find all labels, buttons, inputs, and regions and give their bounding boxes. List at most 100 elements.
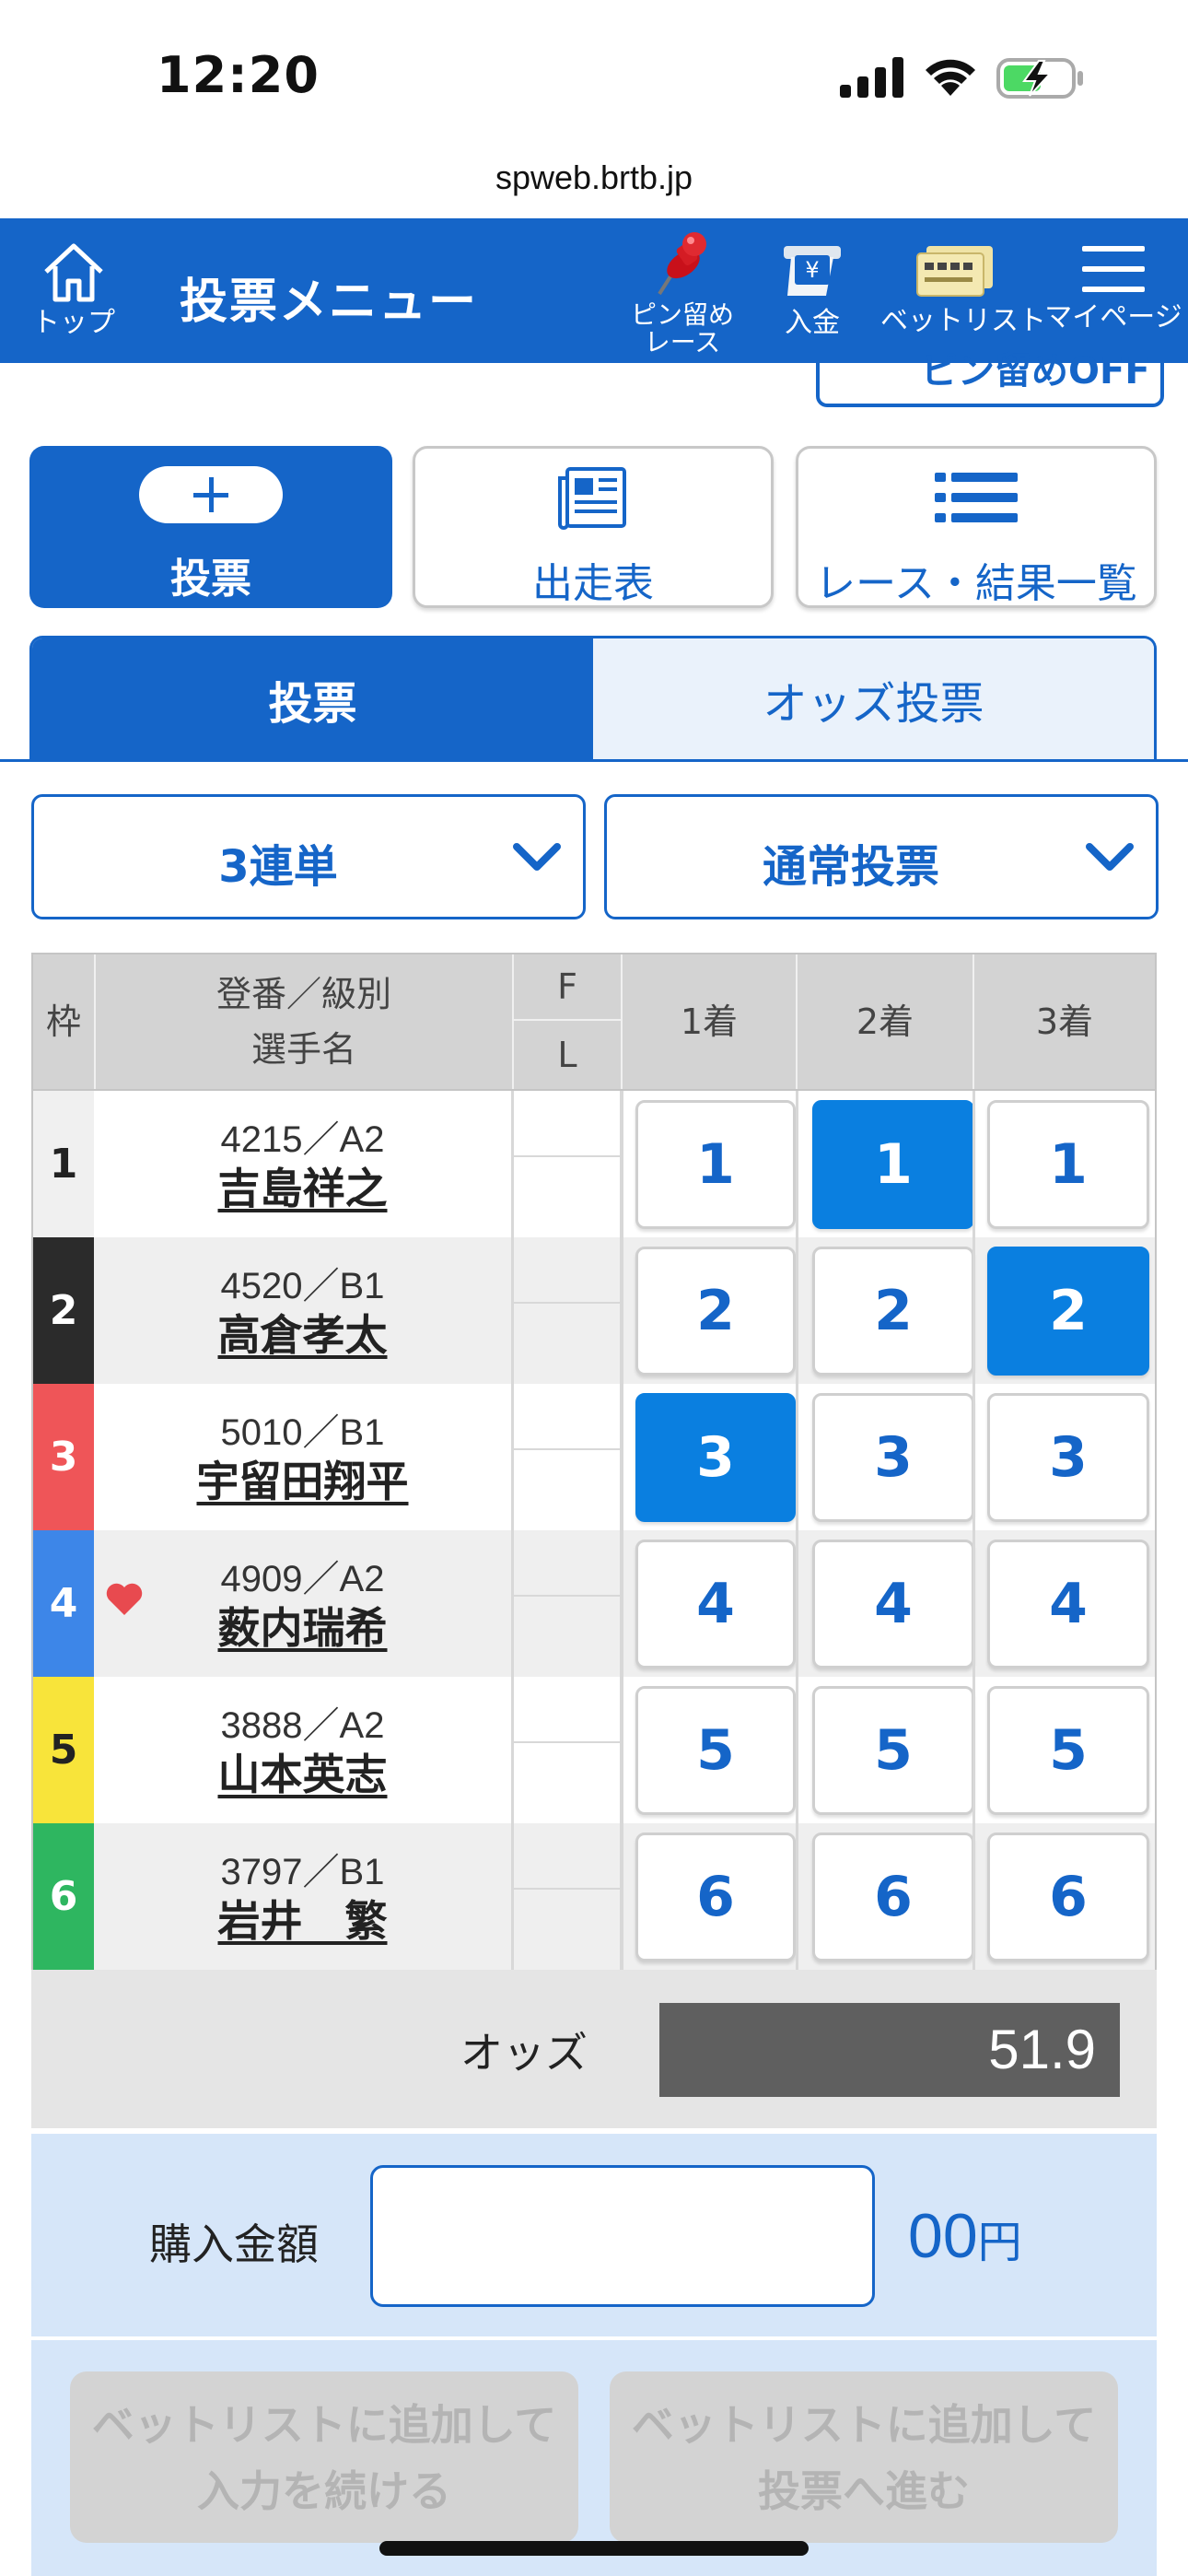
column-divider (621, 1091, 623, 1970)
waku-number: 6 (33, 1823, 94, 1970)
vote-menu-card[interactable]: 投票 (29, 446, 392, 608)
add-proceed-line2: 投票へ進む (758, 2466, 970, 2516)
amount-unit: 円 (977, 2219, 1022, 2267)
pick-third-button[interactable]: 2 (987, 1247, 1149, 1376)
pick-second-button[interactable]: 6 (812, 1832, 974, 1961)
table-row: 4 4909／A2 薮内瑞希 4 4 4 (31, 1530, 1157, 1677)
list-icon (935, 473, 1018, 522)
header-first: 1着 (623, 954, 798, 1089)
wifi-icon (926, 59, 975, 96)
odds-area: オッズ 51.9 (31, 1970, 1157, 2128)
pushpin-icon (658, 232, 706, 296)
racer-name-link[interactable]: 吉島祥之 (218, 1164, 388, 1213)
pin-race-button[interactable]: ピン留め レース (615, 231, 750, 357)
yen-ticket-icon: ¥ (784, 246, 841, 296)
plus-icon (139, 466, 283, 523)
waku-number: 3 (33, 1384, 94, 1530)
deposit-label: 入金 (785, 307, 840, 339)
pick-second-button[interactable]: 5 (812, 1686, 974, 1815)
header-third: 3着 (1035, 1001, 1094, 1042)
fl-cell (514, 1677, 623, 1823)
home-button[interactable]: トップ (18, 239, 129, 338)
header-racer: 登番／級別 選手名 (96, 954, 514, 1089)
racer-cell: 5010／B1 宇留田翔平 (94, 1384, 514, 1530)
pick-first-button[interactable]: 2 (635, 1247, 796, 1376)
waku-number: 1 (33, 1091, 94, 1237)
betlist-label: ベットリスト (880, 305, 1046, 337)
odds-label: オッズ (460, 2028, 588, 2078)
fl-divider (514, 1595, 620, 1597)
fl-cell (514, 1384, 623, 1530)
page-title: 投票メニュー (180, 275, 479, 330)
bet-type-select[interactable]: 3連単 (31, 794, 586, 919)
pick-first-button[interactable]: 5 (635, 1686, 796, 1815)
racer-name: 岩井 繁 (94, 1888, 511, 1949)
pick-second-button[interactable]: 4 (812, 1540, 974, 1669)
tab-odds-vote[interactable]: オッズ投票 (593, 638, 1154, 759)
entry-table-card[interactable]: 出走表 (413, 446, 774, 608)
fl-divider (514, 1448, 620, 1450)
header-waku: 枠 (33, 954, 96, 1089)
waku-number: 5 (33, 1677, 94, 1823)
pick-third-button[interactable]: 6 (987, 1832, 1149, 1961)
fl-cell (514, 1823, 623, 1970)
racer-cell: 3797／B1 岩井 繁 (94, 1823, 514, 1970)
mypage-button[interactable]: マイページ (1039, 240, 1188, 333)
add-and-proceed-button[interactable]: ベットリストに追加して 投票へ進む (610, 2371, 1118, 2543)
racer-name-link[interactable]: 宇留田翔平 (197, 1457, 409, 1506)
fl-cell (514, 1091, 623, 1237)
table-row: 1 4215／A2 吉島祥之 1 1 1 (31, 1091, 1157, 1237)
amount-suffix: 00円 (908, 2200, 1022, 2272)
add-proceed-line1: ベットリストに追加して (631, 2400, 1097, 2450)
betlist-button[interactable]: ベットリスト (880, 237, 1046, 337)
fl-cell (514, 1530, 623, 1677)
pick-second-button[interactable]: 1 (812, 1100, 974, 1229)
pick-third-button[interactable]: 3 (987, 1393, 1149, 1522)
pick-first-button[interactable]: 1 (635, 1100, 796, 1229)
racer-name-link[interactable]: 薮内瑞希 (218, 1603, 388, 1653)
fl-cell (514, 1237, 623, 1384)
pick-first-button[interactable]: 3 (635, 1393, 796, 1522)
entry-card-label: 出走表 (532, 560, 654, 607)
table-row: 3 5010／B1 宇留田翔平 3 3 3 (31, 1384, 1157, 1530)
pick-second-button[interactable]: 3 (812, 1393, 974, 1522)
racer-name-link[interactable]: 高倉孝太 (218, 1310, 388, 1360)
racer-cell: 4520／B1 高倉孝太 (94, 1237, 514, 1384)
pin-off-button[interactable]: ピン留めOFF (816, 350, 1164, 407)
vote-method-select[interactable]: 通常投票 (604, 794, 1159, 919)
fl-divider (514, 1741, 620, 1743)
amount-input[interactable] (370, 2165, 875, 2307)
add-continue-line2: 入力を続ける (197, 2466, 451, 2516)
url-bar[interactable]: spweb.brtb.jp (0, 158, 1188, 197)
tab-vote[interactable]: 投票 (32, 638, 593, 759)
pick-first-button[interactable]: 6 (635, 1832, 796, 1961)
table-row: 2 4520／B1 高倉孝太 2 2 2 (31, 1237, 1157, 1384)
add-continue-line1: ベットリストに追加して (91, 2400, 557, 2450)
amount-suffix-digits: 00 (908, 2201, 978, 2271)
pick-third-button[interactable]: 4 (987, 1540, 1149, 1669)
amount-label: 購入金額 (149, 2219, 319, 2269)
purchase-area: 購入金額 00円 ベットリストに追加して 入力を続ける ベットリストに追加して … (31, 2134, 1157, 2576)
fl-divider (514, 1302, 620, 1304)
pick-third-button[interactable]: 1 (987, 1100, 1149, 1229)
vote-method-value: 通常投票 (762, 841, 939, 893)
race-results-card[interactable]: レース・結果一覧 (796, 446, 1157, 608)
divider (31, 2336, 1157, 2340)
waku-number: 2 (33, 1237, 94, 1384)
racer-name: 山本英志 (94, 1741, 511, 1802)
table-row: 5 3888／A2 山本英志 5 5 5 (31, 1677, 1157, 1823)
header-second: 2着 (798, 954, 974, 1089)
deposit-button[interactable]: ¥ 入金 (766, 237, 858, 338)
pick-third-button[interactable]: 5 (987, 1686, 1149, 1815)
pick-first-button[interactable]: 4 (635, 1540, 796, 1669)
bet-type-value: 3連単 (218, 841, 338, 893)
add-and-continue-button[interactable]: ベットリストに追加して 入力を続ける (70, 2371, 578, 2543)
pick-second-button[interactable]: 2 (812, 1247, 974, 1376)
racer-name-link[interactable]: 山本英志 (218, 1750, 388, 1799)
newspaper-icon (558, 467, 626, 530)
home-icon (44, 243, 103, 302)
status-bar: 12:20 spweb.brtb.jp (0, 0, 1188, 196)
racer-name-link[interactable]: 岩井 繁 (218, 1896, 388, 1946)
pin-off-label: ピン留めOFF (921, 350, 1150, 392)
header-racer-name: 選手名 (250, 1029, 356, 1070)
